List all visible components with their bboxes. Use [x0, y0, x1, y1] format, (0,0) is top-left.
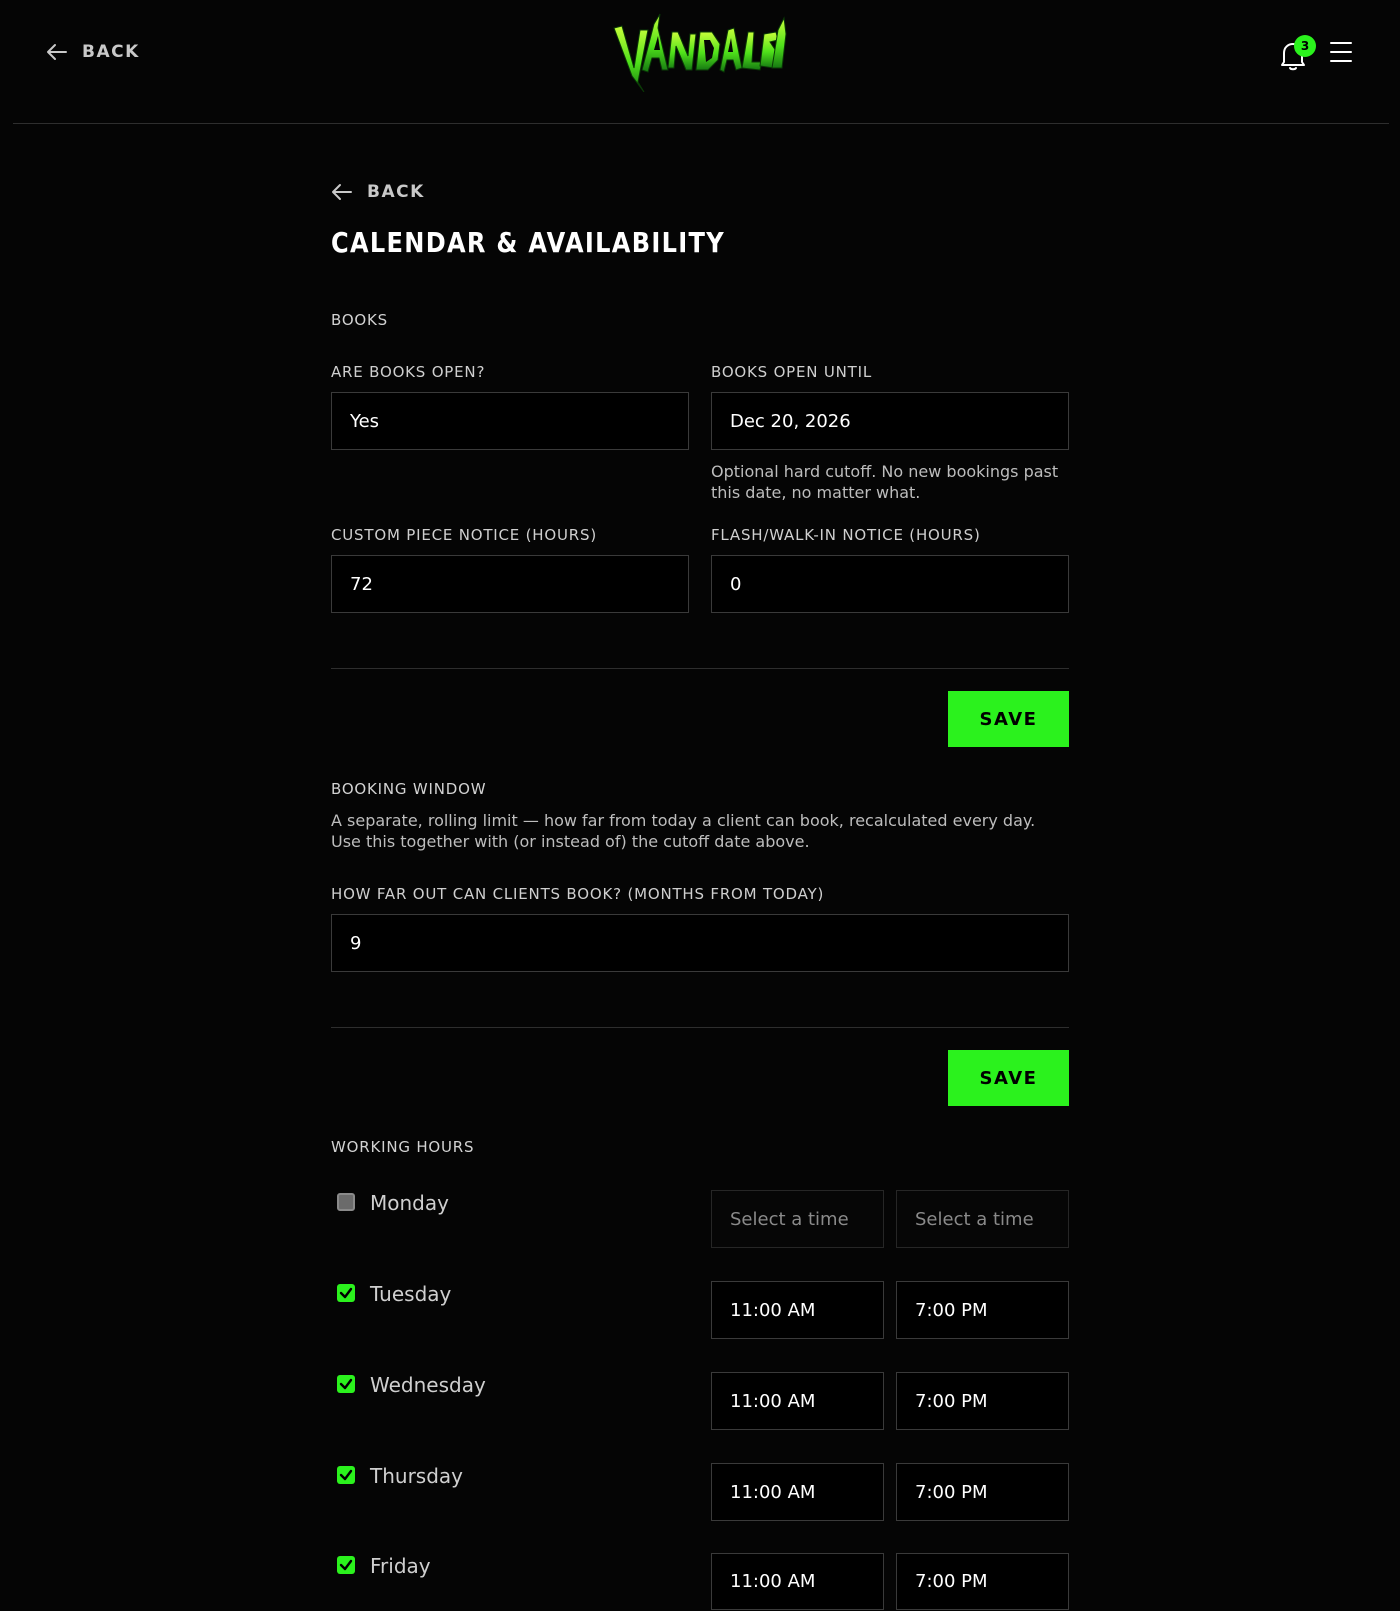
day-name: Thursday	[370, 1464, 463, 1488]
checkmark-icon	[339, 1378, 353, 1390]
start-time-placeholder: Select a time	[730, 1208, 849, 1230]
wednesday-checkbox[interactable]	[337, 1375, 355, 1393]
friday-checkbox[interactable]	[337, 1556, 355, 1574]
custom-notice-input[interactable]: 72	[331, 555, 689, 613]
friday-end-time-select[interactable]: 7:00 PM	[896, 1553, 1069, 1610]
day-name: Wednesday	[370, 1373, 486, 1397]
wednesday-start-time-select[interactable]: 11:00 AM	[711, 1372, 884, 1430]
start-time-value: 11:00 AM	[730, 1390, 816, 1412]
end-time-value: 7:00 PM	[915, 1390, 988, 1412]
start-time-value: 11:00 AM	[730, 1481, 816, 1503]
monday-end-time-select[interactable]: Select a time	[896, 1190, 1069, 1248]
day-name: Monday	[370, 1191, 449, 1215]
start-time-value: 11:00 AM	[730, 1299, 816, 1321]
books-divider	[331, 668, 1069, 669]
books-open-select[interactable]: Yes	[331, 392, 689, 450]
arrow-left-icon	[46, 43, 68, 61]
flash-notice-label: FLASH/WALK-IN NOTICE (HOURS)	[711, 526, 981, 544]
page-back-label: BACK	[367, 182, 425, 202]
end-time-value: 7:00 PM	[915, 1481, 988, 1503]
working-hours-row-monday: Monday Select a time Select a time	[331, 1190, 1069, 1248]
working-hours-row-wednesday: Wednesday 11:00 AM 7:00 PM	[331, 1372, 1069, 1430]
end-time-placeholder: Select a time	[915, 1208, 1034, 1230]
thursday-start-time-select[interactable]: 11:00 AM	[711, 1463, 884, 1521]
books-open-value: Yes	[350, 410, 380, 432]
booking-window-save-button[interactable]: SAVE	[948, 1050, 1069, 1106]
books-until-date-input[interactable]: Dec 20, 2026	[711, 392, 1069, 450]
custom-notice-value: 72	[350, 573, 373, 595]
friday-start-time-select[interactable]: 11:00 AM	[711, 1553, 884, 1610]
working-hours-row-friday: Friday 11:00 AM 7:00 PM	[331, 1553, 1069, 1611]
months-out-input[interactable]: 9	[331, 914, 1069, 972]
booking-window-divider	[331, 1027, 1069, 1028]
notification-count-badge: 3	[1294, 35, 1316, 57]
end-time-value: 7:00 PM	[915, 1571, 988, 1592]
booking-window-section-label: BOOKING WINDOW	[331, 780, 487, 798]
page-title: CALENDAR & AVAILABILITY	[331, 226, 725, 259]
months-out-label: HOW FAR OUT CAN CLIENTS BOOK? (MONTHS FR…	[331, 885, 825, 903]
tuesday-end-time-select[interactable]: 7:00 PM	[896, 1281, 1069, 1339]
monday-start-time-select[interactable]: Select a time	[711, 1190, 884, 1248]
thursday-end-time-select[interactable]: 7:00 PM	[896, 1463, 1069, 1521]
tuesday-checkbox[interactable]	[337, 1284, 355, 1302]
checkmark-icon	[339, 1287, 353, 1299]
thursday-checkbox[interactable]	[337, 1466, 355, 1484]
working-hours-section-label: WORKING HOURS	[331, 1138, 475, 1156]
books-open-label: ARE BOOKS OPEN?	[331, 363, 486, 381]
books-save-button[interactable]: SAVE	[948, 691, 1069, 747]
top-bar: BACK 3	[0, 0, 1400, 124]
months-out-value: 9	[350, 932, 362, 954]
vandalsyn-logo[interactable]	[612, 10, 788, 93]
header-back-label: BACK	[82, 42, 140, 62]
tuesday-start-time-select[interactable]: 11:00 AM	[711, 1281, 884, 1339]
custom-notice-label: CUSTOM PIECE NOTICE (HOURS)	[331, 526, 597, 544]
monday-checkbox[interactable]	[337, 1193, 355, 1211]
books-until-label: BOOKS OPEN UNTIL	[711, 363, 873, 381]
arrow-left-icon	[331, 183, 353, 201]
wednesday-end-time-select[interactable]: 7:00 PM	[896, 1372, 1069, 1430]
header-divider	[13, 123, 1389, 124]
end-time-value: 7:00 PM	[915, 1299, 988, 1321]
working-hours-row-thursday: Thursday 11:00 AM 7:00 PM	[331, 1463, 1069, 1521]
books-section-label: BOOKS	[331, 311, 388, 329]
page-back-button[interactable]: BACK	[331, 178, 425, 206]
hamburger-menu-icon[interactable]	[1330, 42, 1352, 64]
day-name: Tuesday	[370, 1282, 452, 1306]
booking-window-description: A separate, rolling limit — how far from…	[331, 811, 1036, 851]
start-time-value: 11:00 AM	[730, 1571, 816, 1592]
flash-notice-value: 0	[730, 573, 742, 595]
checkmark-icon	[339, 1469, 353, 1481]
checkmark-icon	[339, 1559, 353, 1571]
books-until-value: Dec 20, 2026	[730, 410, 851, 432]
day-name: Friday	[370, 1554, 431, 1578]
working-hours-row-tuesday: Tuesday 11:00 AM 7:00 PM	[331, 1281, 1069, 1339]
flash-notice-input[interactable]: 0	[711, 555, 1069, 613]
header-back-button[interactable]: BACK	[46, 38, 140, 66]
books-until-help-text: Optional hard cutoff. No new bookings pa…	[711, 462, 1059, 502]
